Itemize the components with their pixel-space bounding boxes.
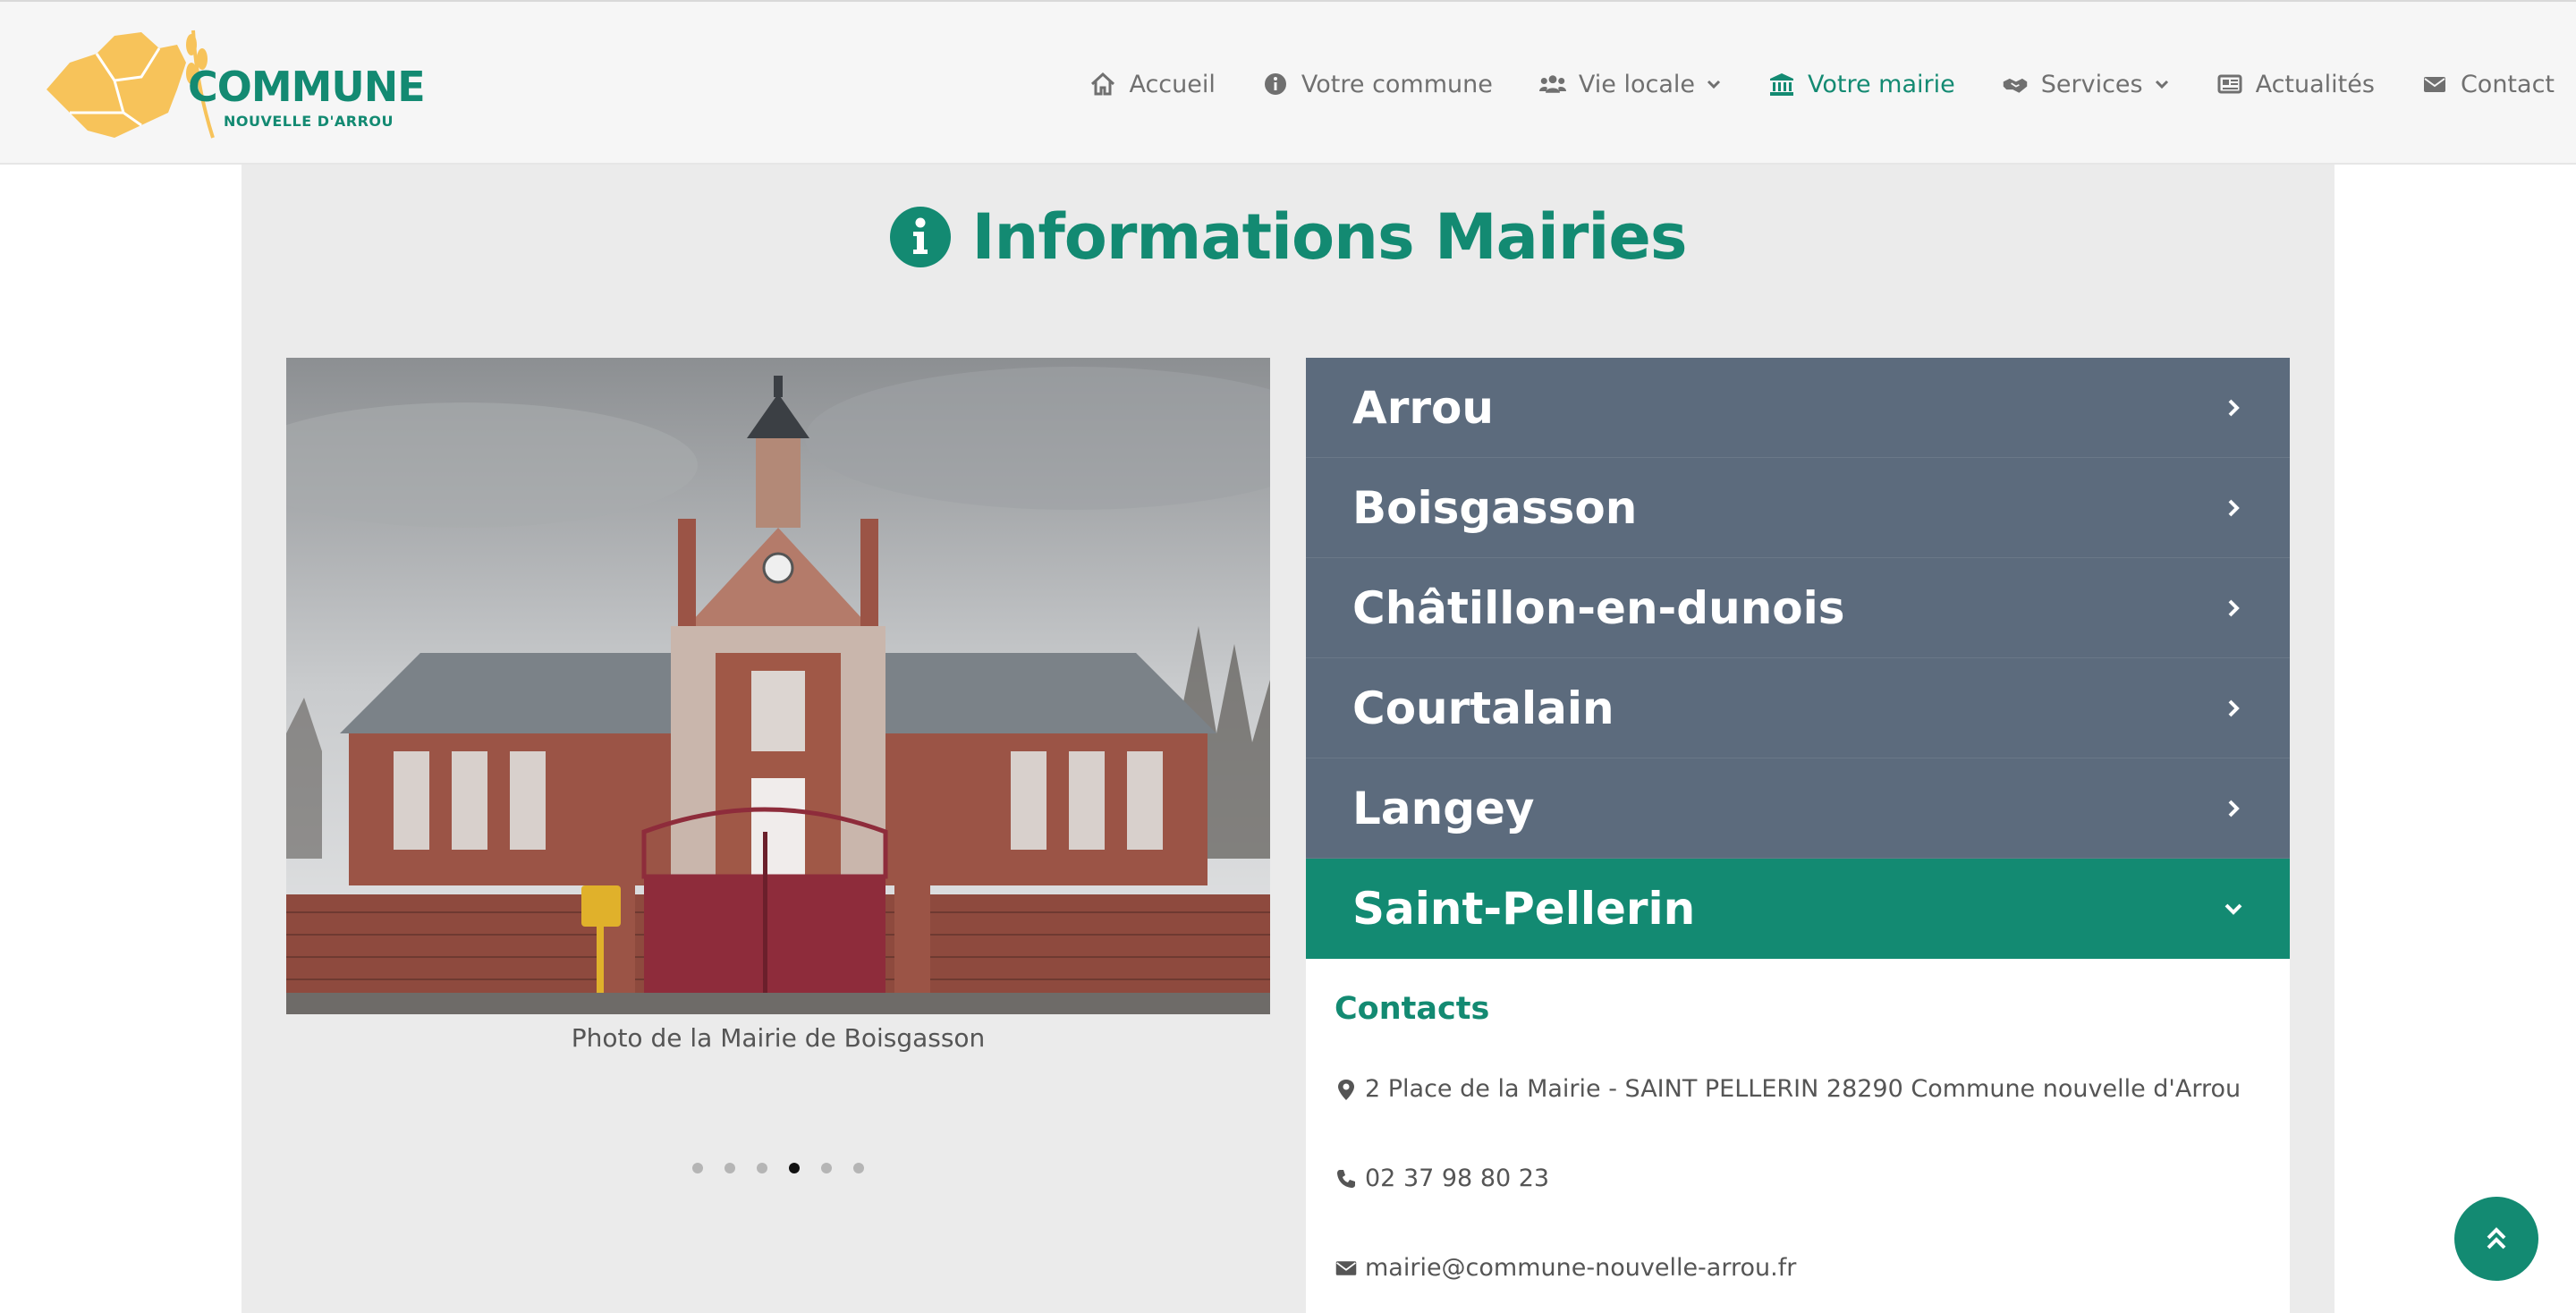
nav-label: Contact — [2460, 70, 2555, 98]
main-navigation: Accueil Votre commune Vie locale Votre m… — [1043, 66, 2555, 102]
accordion-label: Courtalain — [1352, 682, 1614, 734]
accordion-label: Langey — [1352, 782, 1535, 834]
envelope-icon — [1335, 1260, 1357, 1275]
info-icon — [1264, 73, 1286, 95]
logo-title: COMMUNE — [188, 63, 426, 111]
carousel-dot[interactable] — [757, 1163, 767, 1173]
chevron-right-icon — [2228, 499, 2240, 516]
carousel-indicators — [286, 1163, 1270, 1173]
accordion-item-courtalain[interactable]: Courtalain — [1306, 658, 2290, 758]
phone-text[interactable]: 02 37 98 80 23 — [1365, 1165, 1549, 1192]
mairie-building-image — [286, 358, 1270, 1014]
phone-icon — [1337, 1169, 1355, 1188]
accordion-label: Arrou — [1352, 381, 1494, 434]
nav-item-contact[interactable]: Contact — [2421, 71, 2555, 98]
page-title-text: Informations Mairies — [971, 200, 1687, 274]
address-text: 2 Place de la Mairie - SAINT PELLERIN 28… — [1365, 1075, 2241, 1103]
accordion-item-saint-pellerin[interactable]: Saint-Pellerin — [1306, 859, 2290, 959]
chevron-right-icon — [2228, 399, 2240, 416]
phone-row: 02 37 98 80 23 — [1335, 1165, 1549, 1192]
scroll-to-top-button[interactable] — [2454, 1197, 2538, 1281]
nav-item-services[interactable]: Services — [2002, 71, 2170, 98]
chevron-down-icon — [2224, 903, 2242, 915]
accordion-label: Châtillon-en-dunois — [1352, 581, 1845, 634]
map-marker-icon — [1338, 1079, 1354, 1100]
page-title: Informations Mairies — [242, 200, 2334, 274]
chevron-right-icon — [2228, 699, 2240, 716]
nav-label: Actualités — [2255, 70, 2375, 98]
contacts-heading: Contacts — [1335, 991, 1490, 1027]
accordion-item-langey[interactable]: Langey — [1306, 758, 2290, 859]
newspaper-icon — [2217, 74, 2242, 94]
chevron-down-icon — [1707, 80, 1721, 89]
carousel-dot[interactable] — [821, 1163, 832, 1173]
town-hall-icon — [1769, 73, 1793, 96]
nav-item-votre-mairie[interactable]: Votre mairie — [1768, 71, 1955, 98]
home-icon — [1091, 72, 1115, 96]
site-logo[interactable]: COMMUNE NOUVELLE D'ARROU — [43, 27, 426, 143]
mairies-accordion: Arrou Boisgasson Châtillon-en-dunois Cou… — [1306, 358, 2290, 959]
users-icon — [1538, 75, 1566, 93]
address-row: 2 Place de la Mairie - SAINT PELLERIN 28… — [1335, 1075, 2241, 1103]
nav-item-votre-commune[interactable]: Votre commune — [1262, 71, 1493, 98]
envelope-icon — [2423, 77, 2445, 92]
mairie-photo[interactable] — [286, 358, 1270, 1014]
accordion-item-chatillon-en-dunois[interactable]: Châtillon-en-dunois — [1306, 558, 2290, 658]
chevron-down-icon — [2155, 80, 2168, 89]
accordion-item-boisgasson[interactable]: Boisgasson — [1306, 458, 2290, 558]
carousel-dot[interactable] — [724, 1163, 735, 1173]
chevron-right-icon — [2228, 599, 2240, 616]
carousel-dot[interactable] — [853, 1163, 864, 1173]
nav-item-accueil[interactable]: Accueil — [1089, 70, 1216, 98]
photo-caption: Photo de la Mairie de Boisgasson — [571, 1023, 986, 1053]
nav-item-vie-locale[interactable]: Vie locale — [1538, 70, 1722, 98]
chevron-right-icon — [2228, 800, 2240, 817]
accordion-label: Saint-Pellerin — [1352, 883, 1696, 935]
nav-label: Vie locale — [1578, 70, 1695, 98]
main-content: Informations Mairies Photo de la Mairie … — [242, 165, 2334, 1313]
accordion-item-arrou[interactable]: Arrou — [1306, 358, 2290, 458]
nav-label: Accueil — [1129, 70, 1216, 98]
email-row: mairie@commune-nouvelle-arrou.fr — [1335, 1254, 1796, 1282]
double-chevron-up-icon — [2487, 1227, 2506, 1249]
carousel-dot[interactable] — [692, 1163, 703, 1173]
accordion-panel-saint-pellerin: Contacts 2 Place de la Mairie - SAINT PE… — [1306, 959, 2290, 1313]
logo-subtitle: NOUVELLE D'ARROU — [224, 113, 394, 130]
nav-label: Services — [2040, 70, 2143, 98]
info-circle-icon — [890, 207, 952, 267]
navbar: COMMUNE NOUVELLE D'ARROU Accueil Votre c… — [0, 0, 2576, 165]
email-link[interactable]: mairie@commune-nouvelle-arrou.fr — [1365, 1254, 1796, 1282]
handshake-icon — [2003, 78, 2027, 93]
nav-item-actualites[interactable]: Actualités — [2216, 71, 2375, 98]
nav-label: Votre commune — [1301, 70, 1493, 98]
accordion-label: Boisgasson — [1352, 481, 1638, 534]
nav-label: Votre mairie — [1807, 70, 1955, 98]
carousel-dot-active[interactable] — [789, 1163, 800, 1173]
